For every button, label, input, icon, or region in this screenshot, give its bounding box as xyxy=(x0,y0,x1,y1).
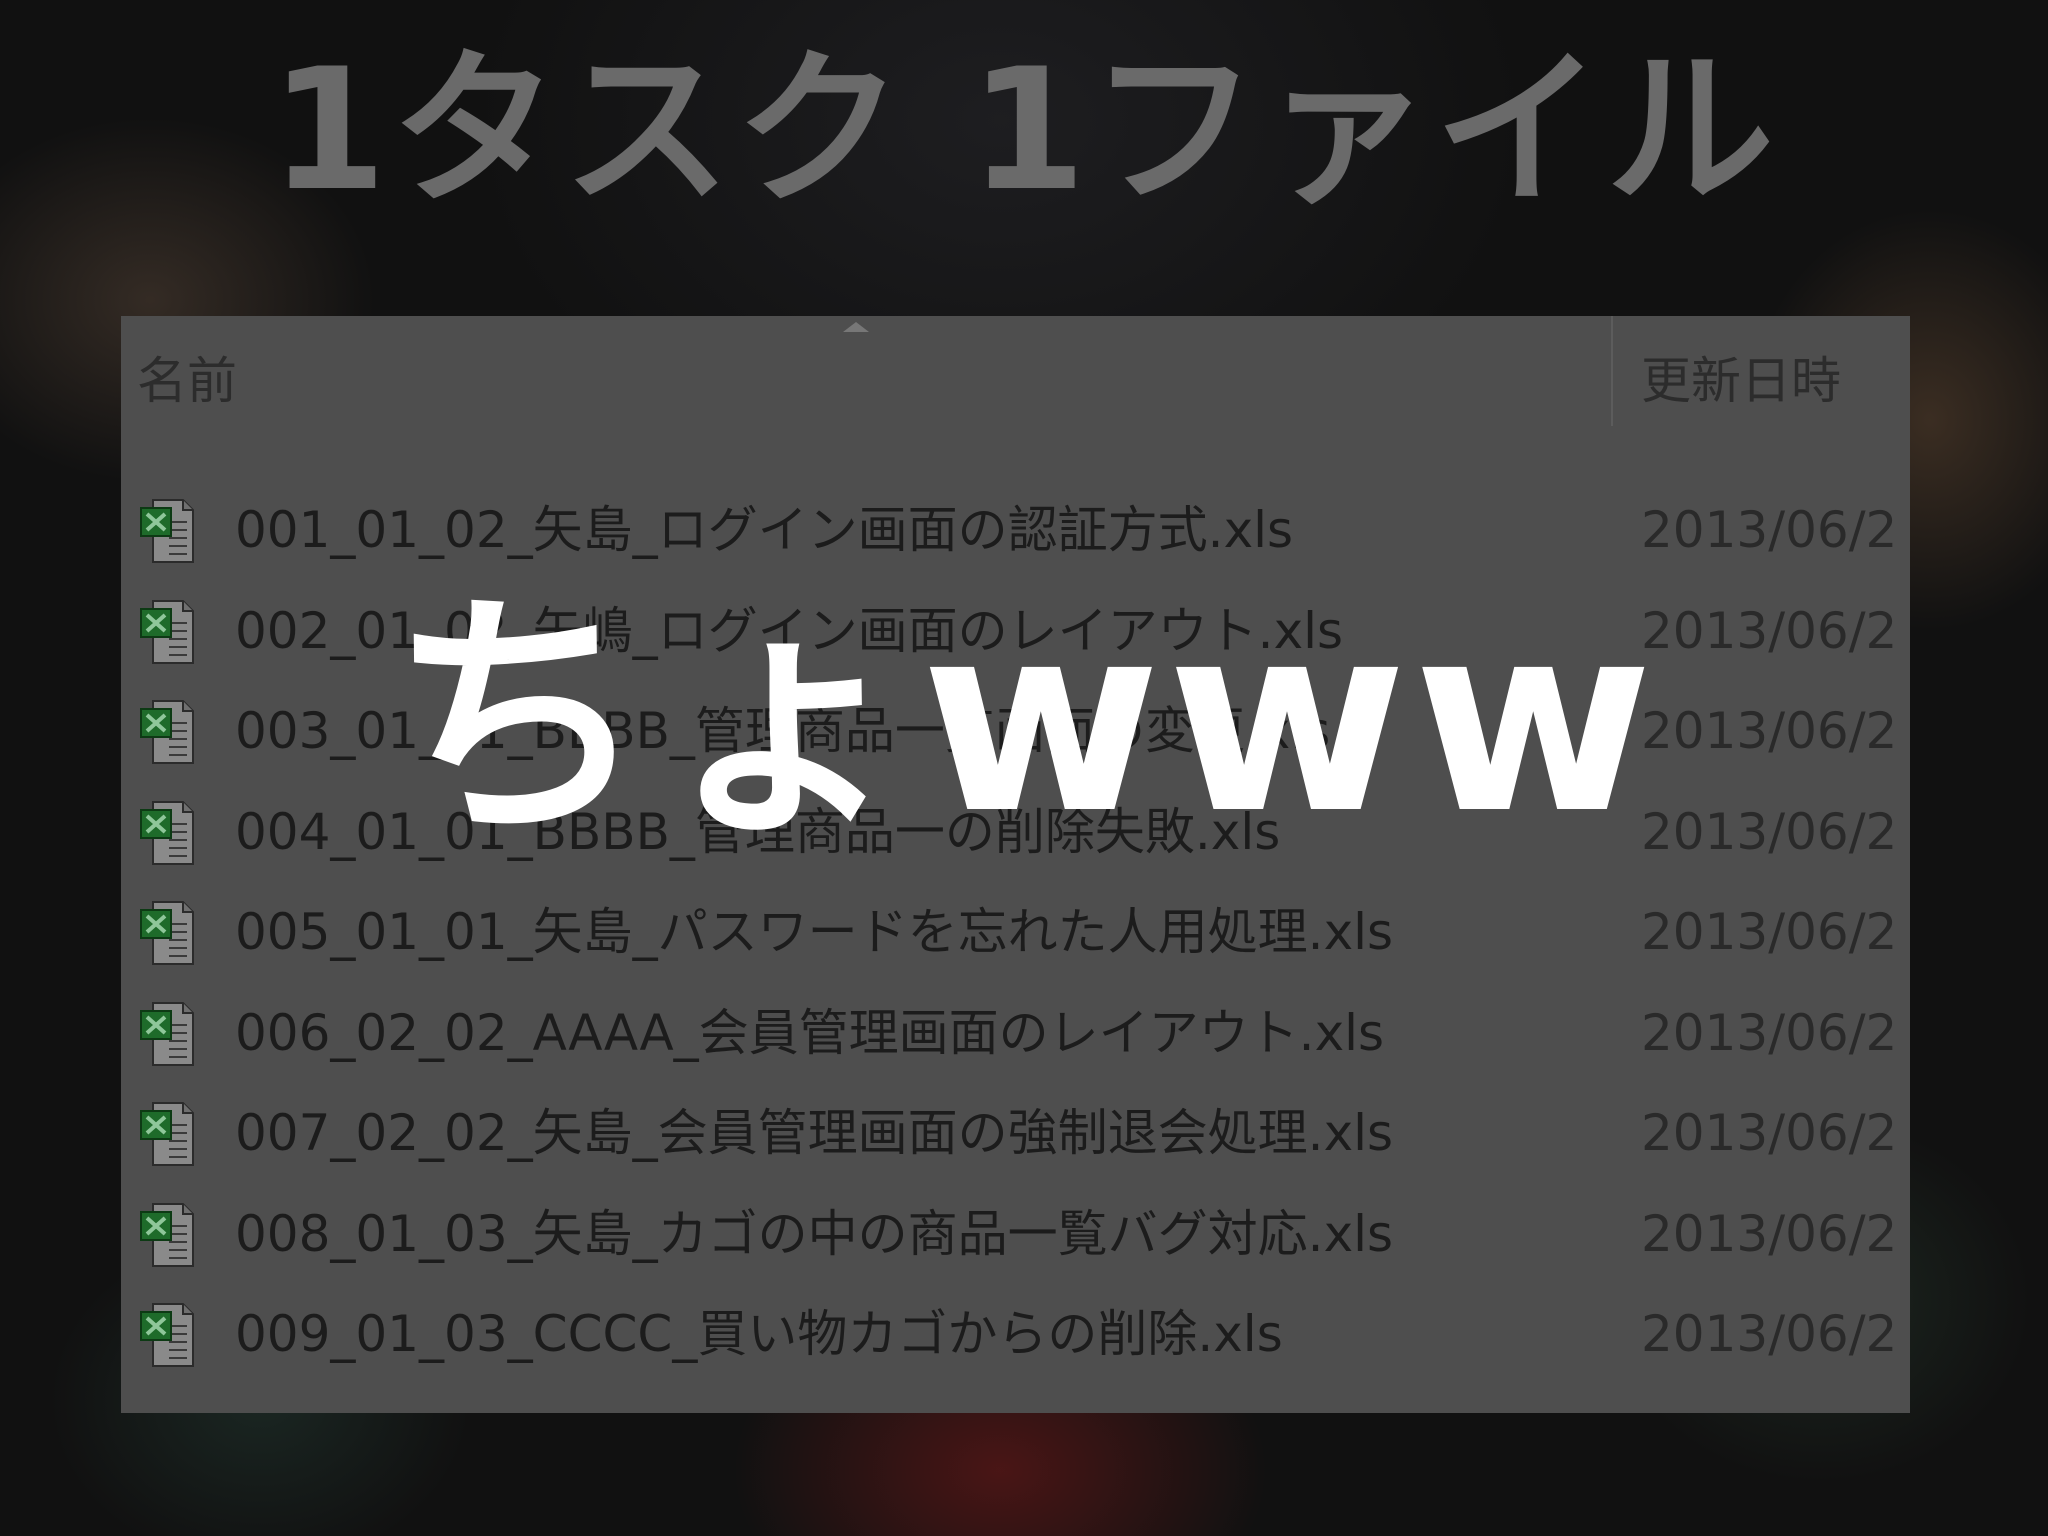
sort-ascending-icon[interactable] xyxy=(843,322,869,332)
excel-file-icon xyxy=(140,1202,194,1267)
file-modified-date: 2013/06/2 xyxy=(1641,1104,1898,1162)
excel-file-icon xyxy=(140,499,194,563)
column-header-name[interactable]: 名前 xyxy=(137,346,237,416)
column-header-modified[interactable]: 更新日時 xyxy=(1641,346,1841,416)
column-divider[interactable] xyxy=(1611,316,1613,426)
overlay-caption: ちょwww xyxy=(388,569,1660,871)
file-row[interactable]: 008_01_03_矢島_カゴの中の商品一覧バグ対応.xls 2013/06/2 xyxy=(121,1190,1910,1291)
file-name: 009_01_03_CCCC_買い物カゴからの削除.xls xyxy=(235,1305,1283,1363)
file-name: 007_02_02_矢島_会員管理画面の強制退会処理.xls xyxy=(235,1104,1394,1162)
file-name: 006_02_02_AAAA_会員管理画面のレイアウト.xls xyxy=(235,1003,1385,1062)
file-modified-date: 2013/06/2 xyxy=(1641,1003,1898,1062)
file-row[interactable]: 006_02_02_AAAA_会員管理画面のレイアウト.xls 2013/06/… xyxy=(121,989,1910,1090)
slide: 1タスク 1ファイル 名前 更新日時 001_01_02_矢島_ログイン画面の認… xyxy=(0,0,2048,1536)
file-row[interactable]: 005_01_01_矢島_パスワードを忘れた人用処理.xls 2013/06/2 xyxy=(121,888,1910,989)
file-modified-date: 2013/06/2 xyxy=(1641,1204,1898,1263)
file-modified-date: 2013/06/2 xyxy=(1641,501,1898,559)
file-name: 008_01_03_矢島_カゴの中の商品一覧バグ対応.xls xyxy=(235,1204,1394,1263)
excel-file-icon xyxy=(140,1102,194,1166)
excel-file-icon xyxy=(140,1001,194,1066)
excel-file-icon xyxy=(140,1303,194,1367)
file-row[interactable]: 007_02_02_矢島_会員管理画面の強制退会処理.xls 2013/06/2 xyxy=(121,1089,1910,1190)
file-modified-date: 2013/06/2 xyxy=(1641,1305,1898,1363)
file-row[interactable]: 009_01_03_CCCC_買い物カゴからの削除.xls 2013/06/2 xyxy=(121,1290,1910,1391)
file-name: 005_01_01_矢島_パスワードを忘れた人用処理.xls xyxy=(235,903,1394,961)
slide-title: 1タスク 1ファイル xyxy=(269,32,1779,228)
file-name: 001_01_02_矢島_ログイン画面の認証方式.xls xyxy=(235,501,1294,559)
file-modified-date: 2013/06/2 xyxy=(1641,903,1898,961)
excel-file-icon xyxy=(140,901,194,965)
